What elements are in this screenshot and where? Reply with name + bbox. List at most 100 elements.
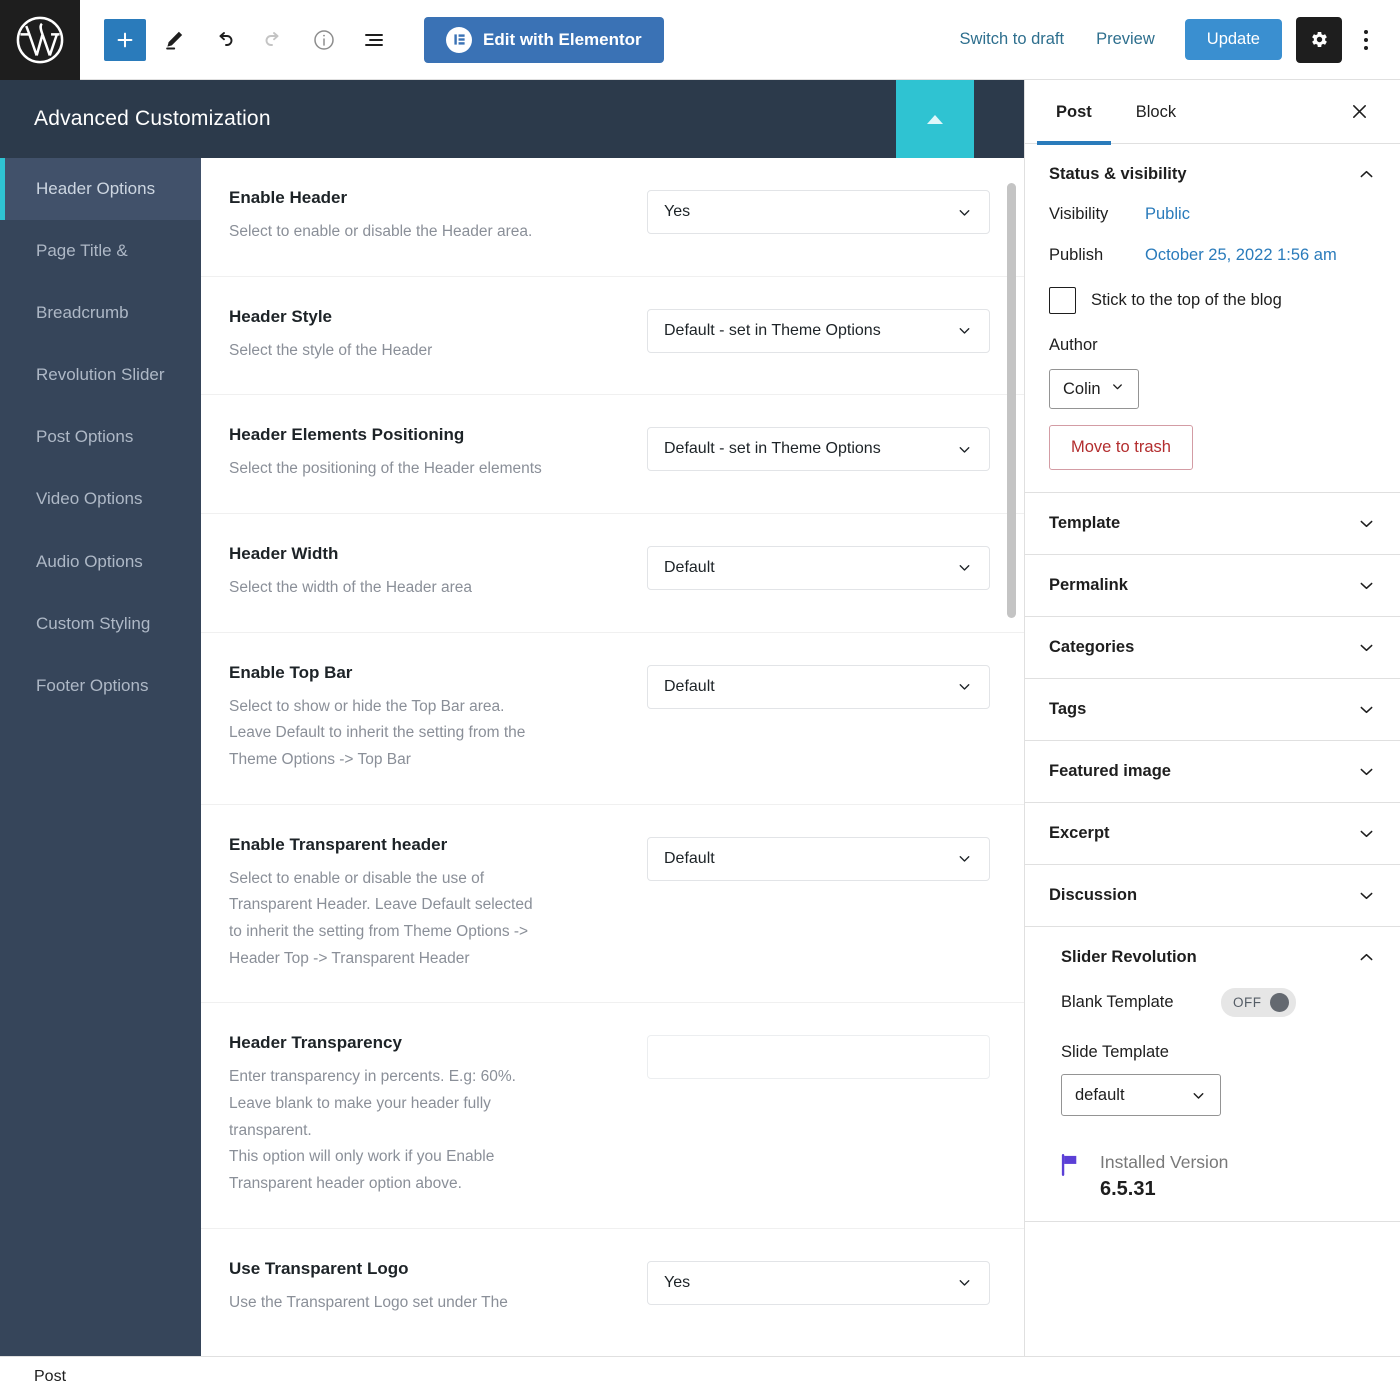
sticky-row: Stick to the top of the blog xyxy=(1049,287,1376,314)
field-label: Use Transparent Logo xyxy=(229,1258,409,1278)
section-title: Featured image xyxy=(1049,762,1171,780)
chevron-down-icon xyxy=(956,850,973,867)
tab-block[interactable]: Block xyxy=(1127,80,1185,144)
installed-version-text: Installed Version 6.5.31 xyxy=(1100,1152,1228,1201)
field-row: Header Width Select the width of the Head… xyxy=(201,514,1024,633)
field-row: Enable Top Bar Select to show or hide the… xyxy=(201,633,1024,805)
section-header[interactable]: Template xyxy=(1025,493,1400,554)
sidebar-item-custom-styling[interactable]: Custom Styling xyxy=(0,593,201,655)
section-slider-revolution: Slider Revolution Blank Template OFF Sli… xyxy=(1025,927,1400,1222)
edit-with-elementor-button[interactable]: Edit with Elementor xyxy=(424,16,664,63)
chevron-up-icon xyxy=(1357,948,1376,967)
sidebar-item-post-options[interactable]: Post Options xyxy=(0,406,201,468)
flag-icon xyxy=(1057,1152,1083,1183)
field-right xyxy=(647,1033,990,1080)
section-header[interactable]: Excerpt xyxy=(1025,803,1400,864)
field-select[interactable]: Default xyxy=(647,836,990,881)
toggle-knob-icon xyxy=(1269,993,1289,1012)
field-select[interactable]: Yes xyxy=(647,190,990,234)
triangle-up-icon[interactable] xyxy=(896,80,974,158)
sidebar-item-breadcrumb[interactable]: Breadcrumb xyxy=(0,282,201,344)
section-status-visibility-header[interactable]: Status & visibility xyxy=(1025,144,1400,205)
section-tags: Tags xyxy=(1025,679,1400,741)
field-text-input[interactable] xyxy=(647,1035,990,1080)
edit-tools-icon[interactable] xyxy=(152,18,196,62)
section-header[interactable]: Tags xyxy=(1025,679,1400,740)
update-button[interactable]: Update xyxy=(1184,19,1282,60)
section-header[interactable]: Categories xyxy=(1025,617,1400,678)
list-view-icon[interactable] xyxy=(352,18,396,62)
field-select[interactable]: Default - set in Theme Options xyxy=(647,308,990,353)
slide-template-value: default xyxy=(1075,1085,1125,1104)
sidebar-item-audio-options[interactable]: Audio Options xyxy=(0,531,201,593)
field-select[interactable]: Yes xyxy=(647,1260,990,1305)
add-block-icon[interactable] xyxy=(104,18,146,61)
content-scrollbar[interactable] xyxy=(1007,183,1016,618)
toggle-state-label: OFF xyxy=(1233,995,1262,1010)
publish-label: Publish xyxy=(1049,246,1104,264)
field-right: Default xyxy=(647,663,990,709)
field-row: Enable Header Select to enable or disable… xyxy=(201,158,1024,277)
slide-template-select[interactable]: default xyxy=(1061,1074,1221,1116)
sidebar-item-page-title[interactable]: Page Title & xyxy=(0,220,201,282)
field-right: Yes xyxy=(647,188,990,234)
metabox-content: Enable Header Select to enable or disable… xyxy=(201,158,1024,1356)
field-right: Default xyxy=(647,544,990,590)
section-excerpt: Excerpt xyxy=(1025,803,1400,865)
sticky-label: Stick to the top of the blog xyxy=(1091,291,1282,309)
sticky-checkbox[interactable] xyxy=(1049,287,1076,314)
switch-to-draft-button[interactable]: Switch to draft xyxy=(944,20,1081,59)
field-description: Enter transparency in percents. E.g: 60%… xyxy=(229,1068,516,1192)
tab-post[interactable]: Post xyxy=(1037,80,1111,145)
blank-template-toggle[interactable]: OFF xyxy=(1221,988,1296,1017)
chevron-down-icon xyxy=(1110,379,1125,399)
field-description: Select the width of the Header area xyxy=(229,578,472,596)
toolbar-right-group: Switch to draft Preview Update xyxy=(944,16,1400,63)
visibility-value-button[interactable]: Public xyxy=(1145,205,1190,224)
gear-icon[interactable] xyxy=(1296,16,1342,63)
sidebar-item-footer-options[interactable]: Footer Options xyxy=(0,655,201,717)
field-row: Header Transparency Enter transparency in… xyxy=(201,1003,1024,1229)
publish-date-button[interactable]: October 25, 2022 1:56 am xyxy=(1145,246,1337,265)
chevron-down-icon xyxy=(956,559,973,576)
advanced-customization-metabox: Advanced Customization Header Options Pag… xyxy=(0,80,1024,1356)
metabox-nav: Header Options Page Title & Breadcrumb Revo… xyxy=(0,158,201,1356)
section-header[interactable]: Discussion xyxy=(1025,865,1400,926)
field-select[interactable]: Default - set in Theme Options xyxy=(647,427,990,472)
section-permalink: Permalink xyxy=(1025,555,1400,617)
metabox-title: Advanced Customization xyxy=(34,107,271,130)
kebab-menu-icon[interactable] xyxy=(1346,17,1386,63)
undo-icon[interactable] xyxy=(202,18,246,62)
redo-icon[interactable] xyxy=(252,18,296,62)
chevron-down-icon xyxy=(1357,700,1376,719)
author-select[interactable]: Colin xyxy=(1049,369,1139,409)
wordpress-logo-icon[interactable] xyxy=(0,0,80,80)
field-description: Select to enable or disable the Header a… xyxy=(229,223,533,240)
chevron-down-icon xyxy=(1357,638,1376,657)
field-select-value: Default xyxy=(664,677,715,695)
sidebar-item-header-options[interactable]: Header Options xyxy=(0,158,201,221)
chevron-down-icon xyxy=(956,678,973,695)
chevron-down-icon xyxy=(1357,576,1376,595)
section-header[interactable]: Permalink xyxy=(1025,555,1400,616)
field-select[interactable]: Default xyxy=(647,664,990,709)
field-row: Header Elements Positioning Select the po… xyxy=(201,395,1024,514)
section-status-visibility: Status & visibility Visibility Public Pu… xyxy=(1025,144,1400,493)
panel-tabs: Post Block xyxy=(1025,80,1400,145)
section-slider-revolution-body: Blank Template OFF Slide Template defaul… xyxy=(1025,988,1400,1126)
move-to-trash-button[interactable]: Move to trash xyxy=(1049,425,1193,470)
section-title: Status & visibility xyxy=(1049,165,1187,183)
field-select[interactable]: Default xyxy=(647,545,990,590)
sidebar-item-video-options[interactable]: Video Options xyxy=(0,468,201,530)
author-label: Author xyxy=(1049,336,1098,354)
field-row: Use Transparent Logo Use the Transparent … xyxy=(201,1229,1024,1347)
section-header[interactable]: Featured image xyxy=(1025,741,1400,802)
field-label: Header Width xyxy=(229,543,339,563)
close-icon[interactable] xyxy=(1340,93,1378,131)
section-title: Tags xyxy=(1049,700,1087,718)
preview-button[interactable]: Preview xyxy=(1080,20,1171,59)
sidebar-item-revolution-slider[interactable]: Revolution Slider xyxy=(0,344,201,406)
details-info-icon[interactable] xyxy=(302,18,346,62)
section-slider-revolution-header[interactable]: Slider Revolution xyxy=(1025,927,1400,988)
section-title: Discussion xyxy=(1049,886,1138,904)
